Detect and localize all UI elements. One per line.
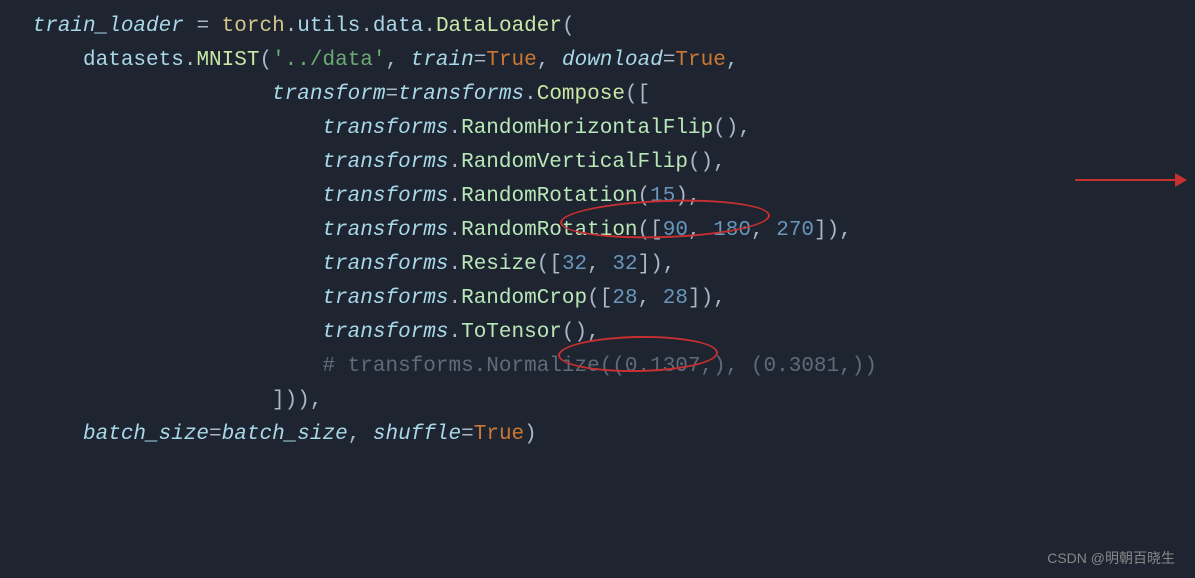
code-line-8: transforms.Resize([32, 32]), (20, 253, 675, 276)
code-line-9: transforms.RandomCrop([28, 28]), (20, 287, 726, 310)
watermark: CSDN @明朝百晓生 (1047, 547, 1175, 570)
code-block: train_loader = torch.utils.data.DataLoad… (20, 10, 1175, 452)
code-line-10: transforms.ToTensor(), (20, 321, 600, 344)
code-line-13: batch_size=batch_size, shuffle=True) (20, 423, 537, 446)
code-line-1: train_loader = torch.utils.data.DataLoad… (20, 15, 575, 38)
code-line-11: # transforms.Normalize((0.1307,), (0.308… (20, 355, 877, 378)
code-line-2: datasets.MNIST('../data', train=True, do… (20, 49, 738, 72)
code-line-7: transforms.RandomRotation([90, 180, 270]… (20, 219, 852, 242)
code-line-3: transform=transforms.Compose([ (20, 83, 650, 106)
code-line-12: ])), (20, 389, 322, 412)
code-line-6: transforms.RandomRotation(15), (20, 185, 701, 208)
code-line-5: transforms.RandomVerticalFlip(), (20, 151, 726, 174)
code-line-4: transforms.RandomHorizontalFlip(), (20, 117, 751, 140)
